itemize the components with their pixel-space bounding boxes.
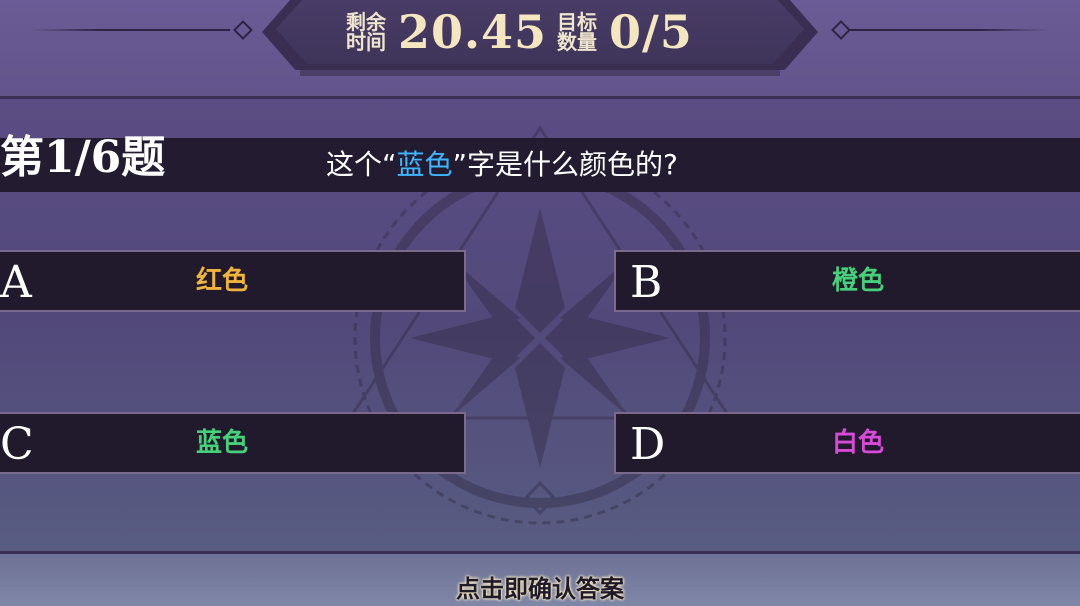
option-c-text: 蓝色 xyxy=(196,428,249,458)
option-d-button[interactable]: D 白色 xyxy=(614,412,1080,474)
confirm-hint: 点击即确认答案 xyxy=(456,575,624,603)
left-ornament-line xyxy=(30,29,230,31)
option-b-letter: B xyxy=(630,257,663,308)
time-remaining-value: 20.45 xyxy=(398,5,548,59)
question-text-before: 这个“ xyxy=(326,148,397,181)
target-label-line2: 数量 xyxy=(557,30,598,54)
option-c-button[interactable]: C 蓝色 xyxy=(0,412,466,474)
option-a-button[interactable]: A 红色 xyxy=(0,250,466,312)
target-count-value: 0/5 xyxy=(609,5,693,59)
hud-status: 剩余 时间 20.45 目标 数量 0/5 xyxy=(346,4,703,60)
option-a-text: 红色 xyxy=(196,266,249,296)
time-label-line1: 剩余 xyxy=(346,10,386,34)
option-a-letter: A xyxy=(0,257,32,308)
time-label: 剩余 时间 xyxy=(346,12,386,52)
right-ornament-line xyxy=(850,29,1050,31)
option-d-letter: D xyxy=(630,419,666,470)
target-label: 目标 数量 xyxy=(557,12,597,52)
option-b-button[interactable]: B 橙色 xyxy=(614,250,1080,312)
question-text: 这个“蓝色”字是什么颜色的? xyxy=(326,140,678,190)
option-c-letter: C xyxy=(0,419,34,470)
time-label-line2: 时间 xyxy=(346,30,386,54)
quiz-screen: 剩余 时间 20.45 目标 数量 0/5 第1/6题 这个“蓝色”字是什么颜色… xyxy=(0,0,1080,606)
question-number: 第1/6题 xyxy=(0,132,166,183)
question-highlight-word: 蓝色 xyxy=(396,148,453,181)
target-label-line1: 目标 xyxy=(557,10,598,34)
option-d-text: 白色 xyxy=(832,428,885,458)
question-text-after: ”字是什么颜色的? xyxy=(452,148,678,181)
option-b-text: 橙色 xyxy=(832,266,885,296)
